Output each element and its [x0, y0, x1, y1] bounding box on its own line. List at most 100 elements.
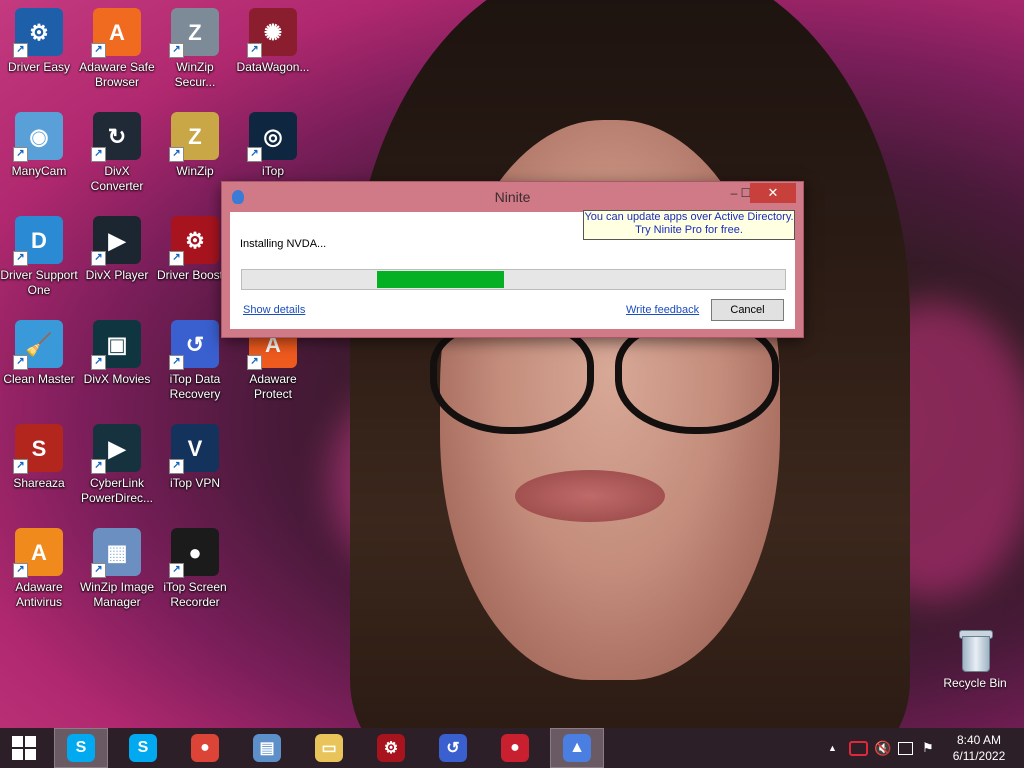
- desktop-icon-label: WinZip Image Manager: [79, 580, 155, 609]
- ninite-icon: ▲: [563, 734, 591, 762]
- clock-time: 8:40 AM: [956, 733, 1002, 747]
- itop-data-recovery-icon: ↺ ↗: [169, 320, 219, 370]
- shortcut-arrow-icon: ↗: [13, 251, 28, 266]
- shortcut-arrow-icon: ↗: [169, 251, 184, 266]
- desktop-icon-itop[interactable]: ◎ ↗ iTop: [234, 112, 312, 179]
- desktop-icon-divx-converter[interactable]: ↻ ↗ DivX Converter: [78, 112, 156, 194]
- desktop-icon-label: ManyCam: [11, 164, 67, 178]
- desktop-icon-adaware-antivirus[interactable]: A ↗ Adaware Antivirus: [0, 528, 78, 610]
- file-explorer-icon: ▭: [315, 734, 343, 762]
- shortcut-arrow-icon: ↗: [91, 147, 106, 162]
- skype-icon: S: [67, 734, 95, 762]
- desktop-icon-label: Adaware Antivirus: [15, 580, 63, 609]
- desktop-icon-label: DivX Player: [85, 268, 149, 282]
- cancel-button[interactable]: Cancel: [711, 299, 784, 321]
- network-icon[interactable]: [898, 728, 913, 768]
- desktop-icon-label: iTop Screen Recorder: [163, 580, 227, 609]
- desktop-icon-cyberlink-powerdirector[interactable]: ▶ ↗ CyberLink PowerDirec...: [78, 424, 156, 506]
- shareaza-icon: S ↗: [13, 424, 63, 474]
- desktop-icon-divx-player[interactable]: ▶ ↗ DivX Player: [78, 216, 156, 283]
- itop-data-recovery-icon: ↺: [439, 734, 467, 762]
- taskbar-itop-screen-recorder[interactable]: ●: [488, 728, 542, 768]
- title-bar[interactable]: Ninite – ☐ ✕: [222, 182, 803, 212]
- action-center-icon[interactable]: ⚑: [922, 728, 934, 768]
- desktop-icon-label: iTop Data Recovery: [169, 372, 221, 401]
- shortcut-arrow-icon: ↗: [91, 251, 106, 266]
- volume-muted-icon[interactable]: 🔇: [874, 728, 891, 768]
- desktop-icon-label: DataWagon...: [236, 60, 310, 74]
- desktop-icon-label: DivX Converter: [90, 164, 144, 193]
- taskbar-ninite[interactable]: ▲: [550, 728, 604, 768]
- write-feedback-link[interactable]: Write feedback: [626, 304, 699, 316]
- datawagon-icon: ✺ ↗: [247, 8, 297, 58]
- ninite-window[interactable]: Ninite – ☐ ✕ You can update apps over Ac…: [221, 181, 804, 338]
- clock[interactable]: 8:40 AM 6/11/2022: [948, 732, 1010, 764]
- desktop-icon-label: iTop VPN: [169, 476, 221, 490]
- adaware-browser-icon: A ↗: [91, 8, 141, 58]
- desktop-icon-itop-screen-recorder[interactable]: ● ↗ iTop Screen Recorder: [156, 528, 234, 610]
- taskbar-chrome[interactable]: ●: [178, 728, 232, 768]
- progress-fill: [377, 271, 504, 288]
- desktop-icon-label: Driver Support One: [0, 268, 78, 297]
- desktop-icon-winzip-secure[interactable]: Z ↗ WinZip Secur...: [156, 8, 234, 90]
- close-button[interactable]: ✕: [750, 183, 796, 203]
- desktop-icon-clean-master[interactable]: 🧹 ↗ Clean Master: [0, 320, 78, 387]
- desktop-icon-label: WinZip Secur...: [174, 60, 216, 89]
- shortcut-arrow-icon: ↗: [169, 563, 184, 578]
- tip-line-1: You can update apps over Active Director…: [584, 211, 794, 223]
- desktop-icon-driver-easy[interactable]: ⚙ ↗ Driver Easy: [0, 8, 78, 75]
- desktop-icon-winzip-image-manager[interactable]: ▦ ↗ WinZip Image Manager: [78, 528, 156, 610]
- recycle-bin[interactable]: Recycle Bin: [940, 630, 1010, 690]
- shortcut-arrow-icon: ↗: [13, 563, 28, 578]
- shortcut-arrow-icon: ↗: [169, 147, 184, 162]
- desktop-icon-label: Adaware Protect: [249, 372, 297, 401]
- desktop-icon-datawagon[interactable]: ✺ ↗ DataWagon...: [234, 8, 312, 75]
- itop-screen-recorder-icon: ● ↗: [169, 528, 219, 578]
- desktop-icon-label: CyberLink PowerDirec...: [80, 476, 154, 505]
- clean-master-icon: 🧹 ↗: [13, 320, 63, 370]
- recycle-bin-label: Recycle Bin: [943, 676, 1007, 690]
- desktop-icon-label: Driver Easy: [7, 60, 70, 74]
- taskbar-file-explorer[interactable]: ▭: [302, 728, 356, 768]
- shortcut-arrow-icon: ↗: [91, 459, 106, 474]
- desktop-icon-winzip[interactable]: Z ↗ WinZip: [156, 112, 234, 179]
- shortcut-arrow-icon: ↗: [91, 563, 106, 578]
- taskbar-skype[interactable]: S: [54, 728, 108, 768]
- window-content: You can update apps over Active Director…: [230, 210, 795, 329]
- desktop-icon-adaware-browser[interactable]: A ↗ Adaware Safe Browser: [78, 8, 156, 90]
- adaware-antivirus-icon: A ↗: [13, 528, 63, 578]
- winzip-image-manager-icon: ▦ ↗: [91, 528, 141, 578]
- taskbar-skype[interactable]: S: [116, 728, 170, 768]
- skype-icon: S: [129, 734, 157, 762]
- taskbar-control-panel[interactable]: ▤: [240, 728, 294, 768]
- desktop-icon-label: iTop: [261, 164, 284, 178]
- start-button[interactable]: [0, 728, 48, 768]
- install-status-text: Installing NVDA...: [240, 238, 327, 250]
- show-hidden-icons-button[interactable]: ▲: [828, 728, 837, 768]
- taskbar-driver-booster[interactable]: ⚙: [364, 728, 418, 768]
- shortcut-arrow-icon: ↗: [169, 43, 184, 58]
- itop-vpn-icon: V ↗: [169, 424, 219, 474]
- divx-converter-icon: ↻ ↗: [91, 112, 141, 162]
- desktop-icon-shareaza[interactable]: S ↗ Shareaza: [0, 424, 78, 491]
- recycle-bin-icon: [958, 630, 993, 672]
- chrome-icon: ●: [191, 734, 219, 762]
- shortcut-arrow-icon: ↗: [91, 43, 106, 58]
- desktop-icon-driver-support[interactable]: D ↗ Driver Support One: [0, 216, 78, 298]
- desktop-icon-itop-vpn[interactable]: V ↗ iTop VPN: [156, 424, 234, 491]
- desktop-icon-label: DivX Movies: [83, 372, 151, 386]
- tip-line-2: Try Ninite Pro for free.: [635, 224, 743, 236]
- driver-booster-icon: ⚙: [377, 734, 405, 762]
- shortcut-arrow-icon: ↗: [169, 355, 184, 370]
- desktop-icon-manycam[interactable]: ◉ ↗ ManyCam: [0, 112, 78, 179]
- taskbar-itop-data-recovery[interactable]: ↺: [426, 728, 480, 768]
- control-panel-icon: ▤: [253, 734, 281, 762]
- shortcut-arrow-icon: ↗: [247, 355, 262, 370]
- winzip-icon: Z ↗: [169, 112, 219, 162]
- show-details-link[interactable]: Show details: [243, 304, 305, 316]
- shortcut-arrow-icon: ↗: [13, 43, 28, 58]
- tray-recorder-icon[interactable]: [849, 728, 868, 768]
- pro-tip-banner[interactable]: You can update apps over Active Director…: [583, 210, 795, 240]
- desktop-icon-divx-movies[interactable]: ▣ ↗ DivX Movies: [78, 320, 156, 387]
- desktop-icon-label: Shareaza: [13, 476, 65, 490]
